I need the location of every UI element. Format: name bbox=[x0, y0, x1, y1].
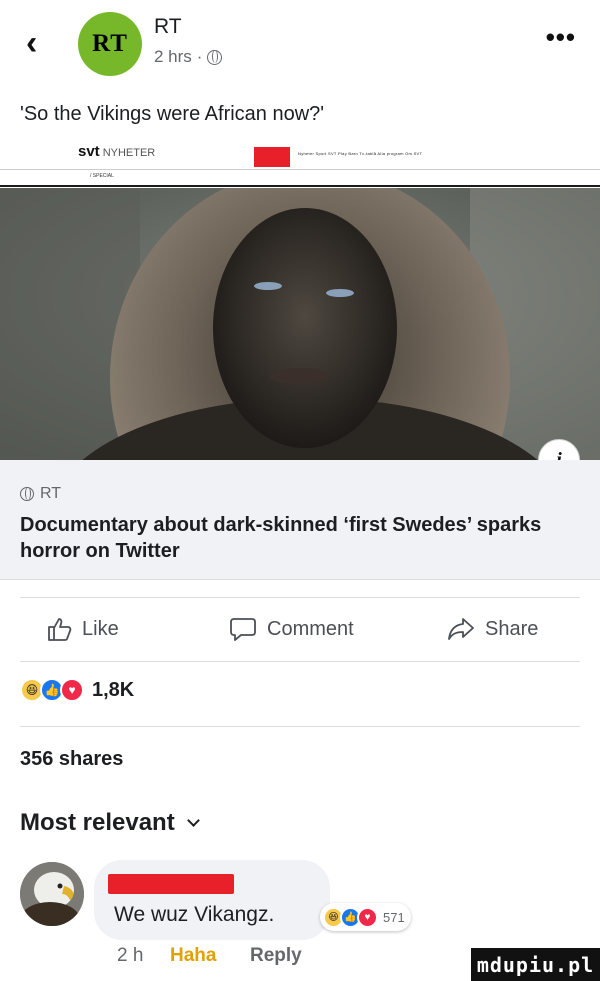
comment-label: Comment bbox=[267, 617, 354, 640]
svt-divider bbox=[0, 169, 600, 170]
svt-logo: svt NYHETER bbox=[78, 143, 156, 160]
share-label: Share bbox=[485, 617, 539, 640]
svt-nav-active-tab bbox=[254, 147, 290, 167]
comment-time: 2 h bbox=[117, 945, 144, 966]
reaction-count: 1,8K bbox=[92, 678, 135, 701]
dot-separator: · bbox=[196, 47, 203, 66]
source-globe-icon bbox=[20, 487, 34, 501]
share-button[interactable]: Share bbox=[447, 616, 538, 642]
post-text: 'So the Vikings were African now?' bbox=[20, 103, 325, 125]
comments-filter[interactable]: Most relevant bbox=[20, 809, 200, 837]
comment-button[interactable]: Comment bbox=[229, 616, 354, 642]
redacted-commenter-name bbox=[108, 874, 234, 894]
reactions-summary[interactable]: 😆 👍 ♥ 1,8K bbox=[20, 678, 134, 702]
divider bbox=[20, 597, 580, 598]
love-reaction-icon: ♥ bbox=[60, 678, 84, 702]
more-options-icon[interactable]: ••• bbox=[546, 22, 576, 53]
page-name[interactable]: RT bbox=[154, 15, 182, 39]
post-header: ‹ RT RT 2 hrs · ••• bbox=[0, 0, 600, 90]
comment-reaction-count: 571 bbox=[383, 909, 405, 925]
globe-icon bbox=[207, 49, 223, 65]
link-headline[interactable]: Documentary about dark-skinned ‘first Sw… bbox=[20, 512, 580, 564]
like-label: Like bbox=[82, 617, 119, 640]
svt-divider-dark bbox=[0, 185, 600, 187]
action-bar: Like Comment Share bbox=[0, 604, 600, 658]
divider bbox=[20, 661, 580, 662]
post-meta: 2 hrs · bbox=[154, 47, 223, 67]
svt-section: NYHETER bbox=[102, 147, 156, 159]
comment-reactions[interactable]: 😆 👍 ♥ 571 bbox=[320, 903, 411, 931]
link-preview-footer[interactable]: RT Documentary about dark-skinned ‘first… bbox=[0, 460, 600, 580]
shares-count[interactable]: 356 shares bbox=[20, 748, 123, 771]
chevron-down-icon bbox=[186, 813, 200, 827]
post-time[interactable]: 2 hrs bbox=[154, 47, 192, 67]
love-reaction-icon: ♥ bbox=[357, 906, 378, 928]
svt-special: / SPECIAL bbox=[90, 173, 114, 179]
commenter-avatar[interactable] bbox=[20, 862, 84, 926]
divider bbox=[20, 726, 580, 727]
comment-haha-button[interactable]: Haha bbox=[170, 945, 216, 967]
link-preview-image[interactable]: svt NYHETER Nyheter Sport SVT Play Barn T… bbox=[0, 143, 600, 460]
link-source: RT bbox=[20, 485, 61, 503]
eagle-avatar-image bbox=[20, 862, 84, 926]
svt-nav: Nyheter Sport SVT Play Barn Tv-tablå All… bbox=[298, 151, 423, 156]
page-avatar-logo: RT bbox=[92, 30, 128, 58]
watermark: mdupiu.pl bbox=[471, 948, 600, 981]
link-source-name: RT bbox=[40, 485, 62, 502]
like-button[interactable]: Like bbox=[46, 616, 119, 642]
comments-filter-label: Most relevant bbox=[20, 809, 175, 836]
comment-reply-button[interactable]: Reply bbox=[250, 945, 302, 967]
hooded-man-photo bbox=[0, 188, 600, 460]
thumbs-up-icon bbox=[48, 618, 72, 641]
comment-icon bbox=[230, 618, 256, 641]
page-avatar[interactable]: RT bbox=[78, 12, 142, 76]
back-arrow-icon[interactable]: ‹ bbox=[26, 24, 37, 63]
svt-header-bar: svt NYHETER Nyheter Sport SVT Play Barn T… bbox=[0, 143, 600, 188]
comment-bubble[interactable] bbox=[94, 860, 330, 940]
share-arrow-icon bbox=[448, 618, 474, 640]
comment-text: We wuz Vikangz. bbox=[114, 903, 275, 926]
